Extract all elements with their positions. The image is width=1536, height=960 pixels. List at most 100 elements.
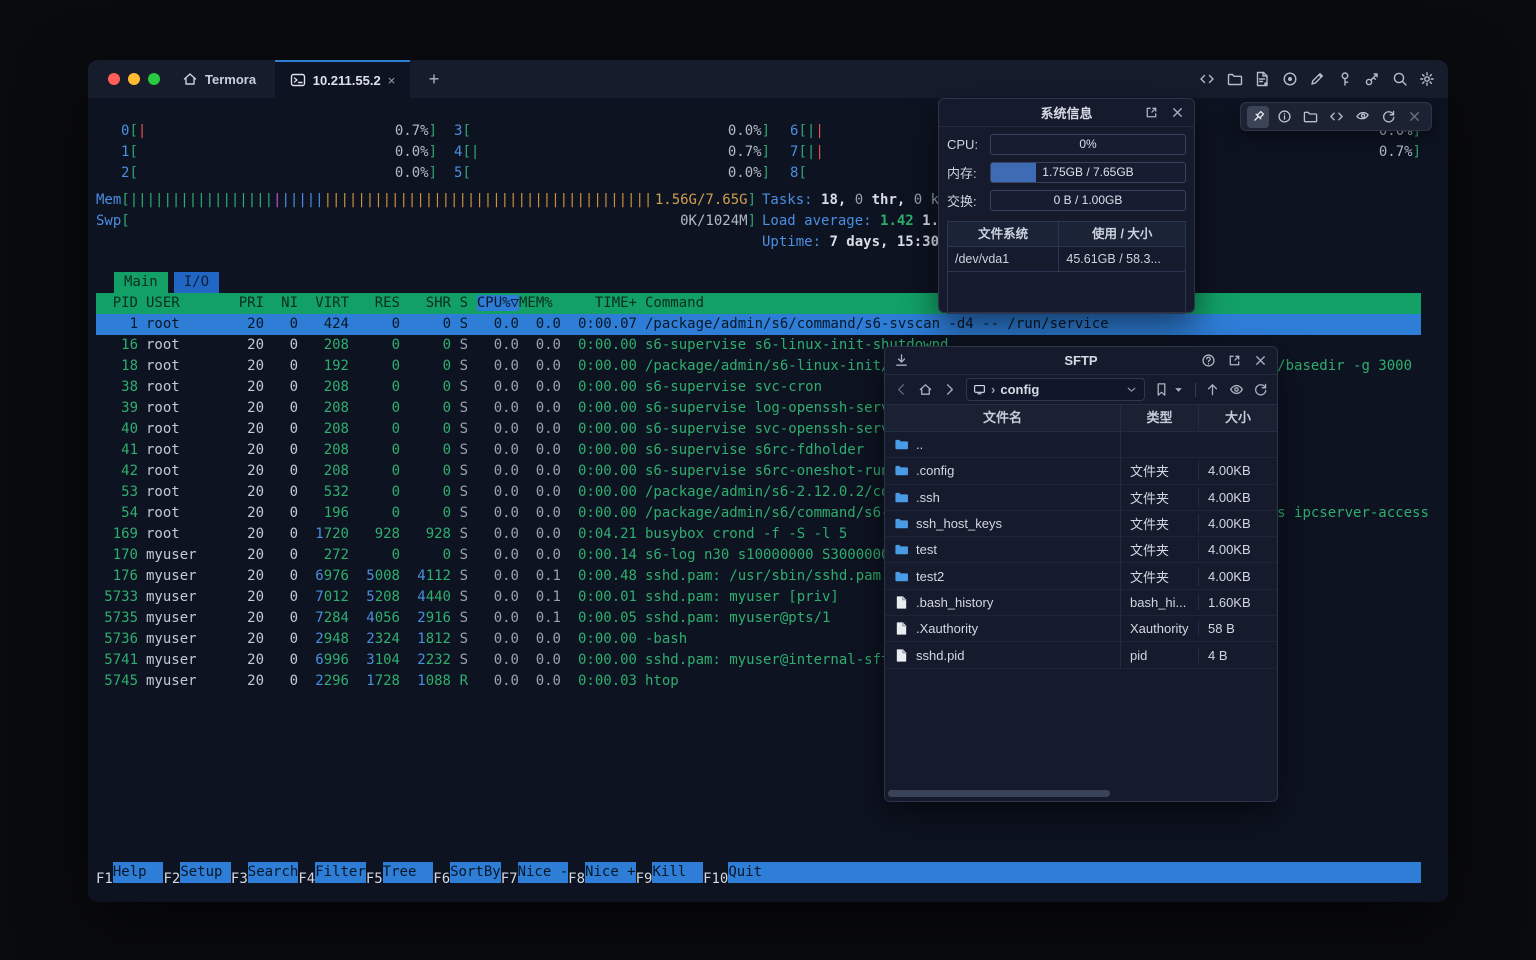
folder-icon[interactable] <box>1299 106 1321 128</box>
folder-icon <box>894 569 909 584</box>
terminal-icon <box>290 72 306 88</box>
fkey-F2[interactable]: F2Setup <box>163 862 230 883</box>
tab-ssh-session[interactable]: 10.211.55.2 × <box>275 60 410 98</box>
titlebar: Termora 10.211.55.2 × + <box>88 60 1448 99</box>
file-icon <box>894 621 909 636</box>
file-size: 4.00KB <box>1199 542 1277 557</box>
fkey-F10[interactable]: F10Quit <box>703 862 779 883</box>
tab-ssh-label: 10.211.55.2 <box>313 73 381 88</box>
file-size: 4 B <box>1199 648 1277 663</box>
htop-tab-io[interactable]: I/O <box>174 272 219 293</box>
file-row[interactable]: .config文件夹4.00KB <box>885 458 1277 484</box>
forward-icon[interactable] <box>942 382 957 397</box>
swap-progressbar: 0 B / 1.00GB <box>990 190 1186 211</box>
column-size[interactable]: 大小 <box>1199 405 1277 431</box>
zoom-window-button[interactable] <box>148 73 160 85</box>
settings-icon[interactable] <box>1419 71 1435 87</box>
file-type: 文件夹 <box>1121 567 1199 586</box>
file-list: ...config文件夹4.00KB.ssh文件夹4.00KBssh_host_… <box>885 432 1277 669</box>
refresh-icon[interactable] <box>1377 106 1399 128</box>
column-type[interactable]: 类型 <box>1121 405 1199 431</box>
file-name: .. <box>916 437 923 452</box>
bookmark-caret-icon[interactable] <box>1171 382 1186 397</box>
code-icon[interactable] <box>1199 71 1215 87</box>
bookmark-icon[interactable] <box>1154 382 1169 397</box>
file-row[interactable]: test文件夹4.00KB <box>885 537 1277 563</box>
memory-progressbar: 1.75GB / 7.65GB <box>990 162 1186 183</box>
search-icon[interactable] <box>1392 71 1408 87</box>
folder-icon[interactable] <box>1227 71 1243 87</box>
chevron-down-icon <box>1125 383 1138 396</box>
fkey-F8[interactable]: F8Nice + <box>568 862 635 883</box>
up-directory-icon[interactable] <box>1205 382 1220 397</box>
minimize-window-button[interactable] <box>128 73 140 85</box>
new-tab-button[interactable]: + <box>420 60 448 98</box>
file-row[interactable]: sshd.pidpid4 B <box>885 642 1277 668</box>
tab-termora[interactable]: Termora <box>182 60 256 98</box>
fkey-F3[interactable]: F3Search <box>231 862 298 883</box>
refresh-icon[interactable] <box>1253 382 1268 397</box>
edit-icon[interactable] <box>1309 71 1325 87</box>
folder-icon <box>894 516 909 531</box>
file-name: .ssh <box>916 490 940 505</box>
fkey-F6[interactable]: F6SortBy <box>433 862 500 883</box>
cpu-meter-2: 2[0.0%] <box>121 163 437 184</box>
scrollbar-thumb[interactable] <box>888 790 1110 797</box>
file-icon <box>894 595 909 610</box>
file-size: 4.00KB <box>1199 490 1277 505</box>
titlebar-actions <box>1199 60 1435 98</box>
file-size: 4.00KB <box>1199 516 1277 531</box>
file-size: 58 B <box>1199 621 1277 636</box>
file-name: .Xauthority <box>916 621 978 636</box>
close-tab-icon[interactable]: × <box>388 73 396 88</box>
htop-tab-main[interactable]: Main <box>114 272 168 293</box>
fkey-F1[interactable]: F1Help <box>96 862 163 883</box>
close-panel-icon[interactable] <box>1170 105 1185 120</box>
close-icon[interactable] <box>1403 106 1425 128</box>
help-icon[interactable] <box>1201 353 1216 368</box>
close-window-button[interactable] <box>108 73 120 85</box>
cpu-meter-3: 3[0.0%] <box>454 121 770 142</box>
open-in-window-icon[interactable] <box>1227 353 1242 368</box>
filesystem-row: /dev/vda145.61GB / 58.3... <box>948 247 1185 272</box>
open-in-window-icon[interactable] <box>1144 105 1159 120</box>
fkey-F5[interactable]: F5Tree <box>366 862 433 883</box>
fkey-F7[interactable]: F7Nice - <box>501 862 568 883</box>
column-filename[interactable]: 文件名 <box>885 405 1121 431</box>
fkey-bar-filler <box>779 862 1421 883</box>
toolbar-divider <box>1195 383 1196 397</box>
file-table-header[interactable]: 文件名 类型 大小 <box>885 405 1277 432</box>
file-row[interactable]: .. <box>885 432 1277 458</box>
keychain-icon[interactable] <box>1364 71 1380 87</box>
file-row[interactable]: test2文件夹4.00KB <box>885 563 1277 589</box>
fkey-F4[interactable]: F4Filter <box>298 862 365 883</box>
fkey-F9[interactable]: F9Kill <box>636 862 703 883</box>
file-row[interactable]: .ssh 文件夹4.00KB <box>885 485 1277 511</box>
process-table-header[interactable]: PIDUSERPRINIVIRTRESSHRSCPU%▽MEM%TIME+Com… <box>96 293 1421 314</box>
file-row[interactable]: .XauthorityXauthority58 B <box>885 616 1277 642</box>
folder-icon <box>894 463 909 478</box>
process-row[interactable]: 1root20042400S0.00.00:00.07/package/admi… <box>96 314 1421 335</box>
pin-icon[interactable] <box>1247 106 1269 128</box>
code-icon[interactable] <box>1325 106 1347 128</box>
app-window: Termora 10.211.55.2 × + 0[|0.7%]1[0.0%]2… <box>88 60 1448 902</box>
function-key-bar: F1Help F2Setup F3SearchF4FilterF5Tree F6… <box>96 862 1421 883</box>
file-type: 文件夹 <box>1121 488 1199 507</box>
key-icon[interactable] <box>1337 71 1353 87</box>
record-icon[interactable] <box>1282 71 1298 87</box>
back-icon[interactable] <box>894 382 909 397</box>
path-input[interactable]: › config <box>966 378 1145 401</box>
file-name: .bash_history <box>916 595 993 610</box>
uptime: Uptime: 7 days, 15:30:05 <box>762 232 964 253</box>
home-icon[interactable] <box>918 382 933 397</box>
log-icon[interactable] <box>1254 71 1270 87</box>
horizontal-scrollbar[interactable] <box>888 790 1110 797</box>
close-panel-icon[interactable] <box>1253 353 1268 368</box>
info-icon[interactable] <box>1273 106 1295 128</box>
filesystem-table-header: 文件系统使用 / 大小 <box>948 222 1185 247</box>
show-hidden-icon[interactable] <box>1229 382 1244 397</box>
nvidia-icon[interactable] <box>1351 106 1373 128</box>
file-row[interactable]: ssh_host_keys文件夹4.00KB <box>885 511 1277 537</box>
file-row[interactable]: .bash_historybash_hi...1.60KB <box>885 590 1277 616</box>
sftp-toolbar: › config <box>885 375 1277 405</box>
